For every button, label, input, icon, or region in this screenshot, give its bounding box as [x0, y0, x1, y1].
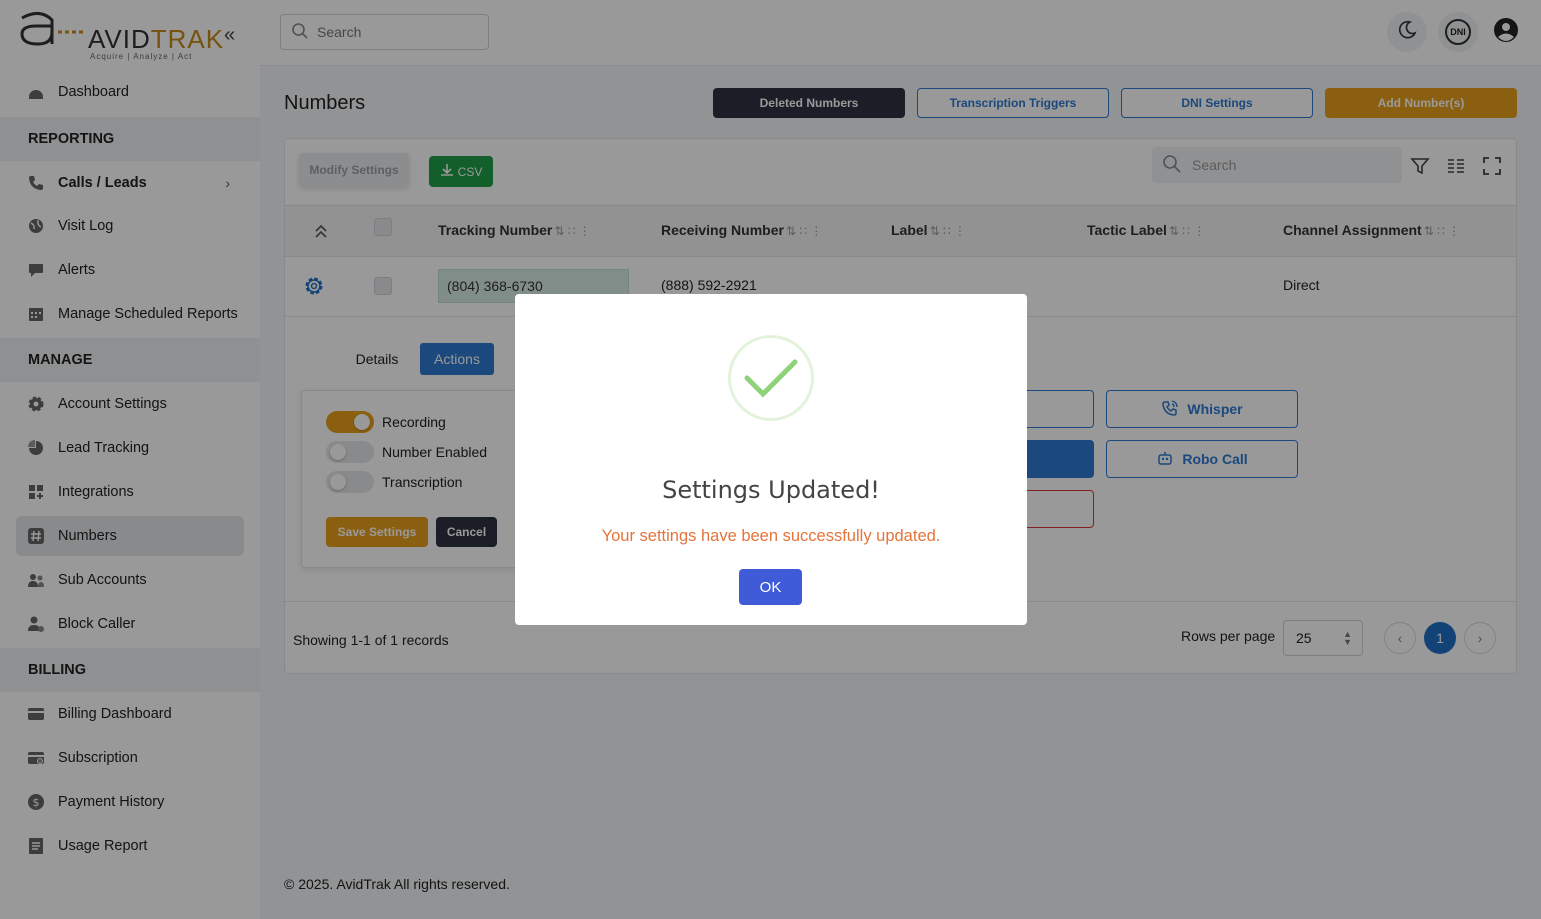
- ok-button[interactable]: OK: [739, 569, 802, 605]
- settings-updated-dialog: Settings Updated! Your settings have bee…: [515, 294, 1027, 625]
- success-check-icon: [728, 335, 814, 421]
- dialog-title: Settings Updated!: [662, 476, 880, 504]
- dialog-message: Your settings have been successfully upd…: [601, 527, 941, 545]
